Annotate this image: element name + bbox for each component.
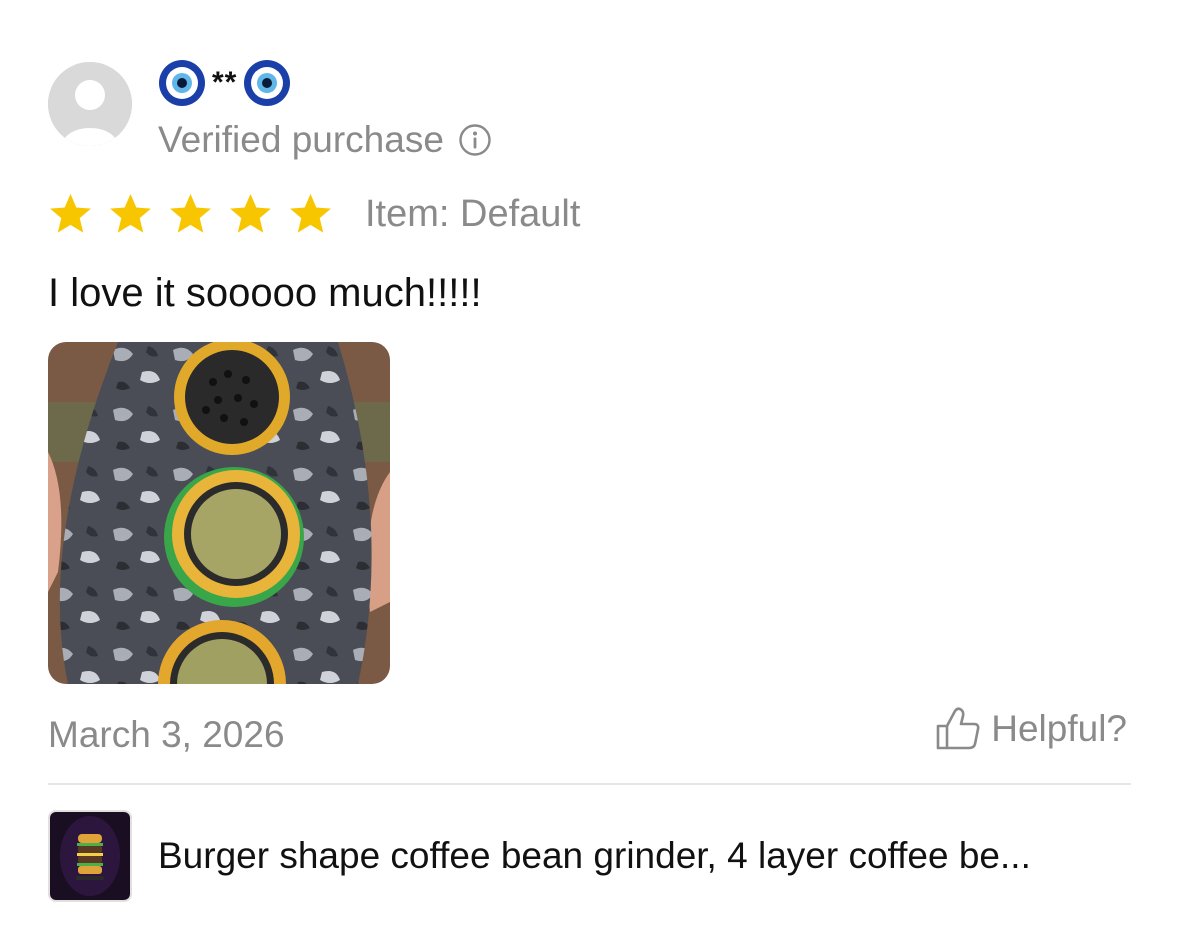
nazar-amulet-icon: [159, 60, 205, 106]
item-variant-label: Item: Default: [365, 193, 581, 235]
product-title: Burger shape coffee bean grinder, 4 laye…: [158, 835, 1031, 876]
product-thumbnail: [48, 810, 132, 902]
helpful-button[interactable]: Helpful?: [935, 706, 1127, 752]
verified-purchase-label: Verified purchase: [158, 119, 444, 160]
star-icon: [50, 193, 91, 233]
reviewer-avatar: [48, 62, 132, 146]
star-rating: [48, 192, 333, 236]
info-circle-icon[interactable]: [458, 123, 492, 157]
reviewer-name: **: [158, 58, 291, 108]
thumbs-up-icon: [936, 707, 980, 750]
star-icon: [110, 193, 151, 233]
nazar-amulet-icon: [244, 60, 291, 106]
star-icon: [230, 193, 271, 233]
review-photo-image: [48, 342, 390, 684]
review-date: March 3, 2026: [48, 714, 285, 755]
rating-row: Item: Default: [48, 190, 580, 238]
review-text: I love it sooooo much!!!!!: [48, 271, 482, 315]
star-icon: [170, 193, 211, 233]
verified-purchase-badge: Verified purchase: [158, 118, 492, 162]
product-thumbnail-image: [50, 812, 130, 900]
product-link[interactable]: Burger shape coffee bean grinder, 4 laye…: [48, 808, 1131, 904]
review-photo[interactable]: [48, 342, 390, 684]
star-icon: [290, 193, 331, 233]
helpful-label: Helpful?: [991, 708, 1127, 749]
reviewer-name-text: **: [212, 66, 238, 99]
default-avatar-icon: [48, 62, 132, 146]
divider: [48, 783, 1131, 785]
